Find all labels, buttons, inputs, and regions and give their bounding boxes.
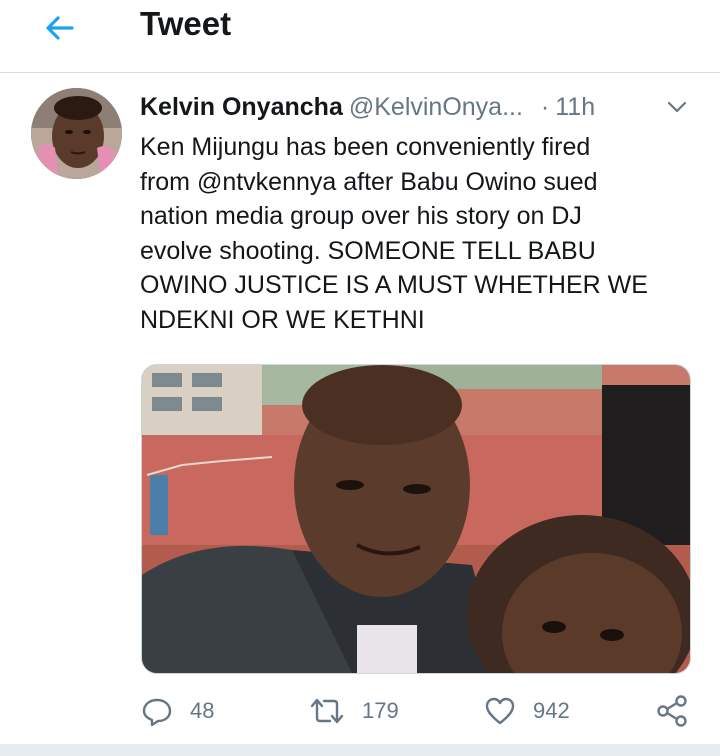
share-button[interactable] — [654, 688, 690, 734]
chevron-down-icon — [667, 101, 687, 113]
top-app-bar: Tweet — [0, 0, 720, 73]
retweet-button[interactable]: 179 — [308, 688, 399, 734]
tweet-header: Kelvin Onyancha @KelvinOnya... · 11h — [140, 91, 700, 123]
back-button[interactable] — [38, 6, 82, 50]
tweet-photo[interactable] — [141, 364, 691, 674]
author-name[interactable]: Kelvin Onyancha — [140, 93, 343, 121]
tweet-actions: 48 179 942 — [0, 688, 720, 734]
author-handle[interactable]: @KelvinOnya... — [349, 93, 523, 121]
avatar-image — [31, 88, 122, 179]
bottom-divider — [0, 744, 720, 756]
heart-icon — [485, 697, 515, 725]
page-title: Tweet — [140, 5, 232, 42]
reply-count: 48 — [190, 698, 215, 723]
like-count: 942 — [533, 698, 570, 723]
reply-button[interactable]: 48 — [140, 688, 214, 734]
reply-icon — [142, 698, 172, 727]
separator-dot: · — [540, 93, 550, 121]
tweet-text: Ken Mijungu has been conveniently fired … — [140, 133, 648, 334]
share-icon — [657, 695, 687, 727]
retweet-icon — [310, 698, 344, 724]
arrow-left-icon — [46, 16, 74, 40]
author-avatar[interactable] — [31, 88, 122, 179]
more-options-button[interactable] — [662, 92, 692, 122]
tweet-time: 11h — [555, 93, 596, 121]
like-button[interactable]: 942 — [483, 688, 570, 734]
retweet-count: 179 — [362, 698, 399, 723]
photo-image — [142, 365, 690, 673]
